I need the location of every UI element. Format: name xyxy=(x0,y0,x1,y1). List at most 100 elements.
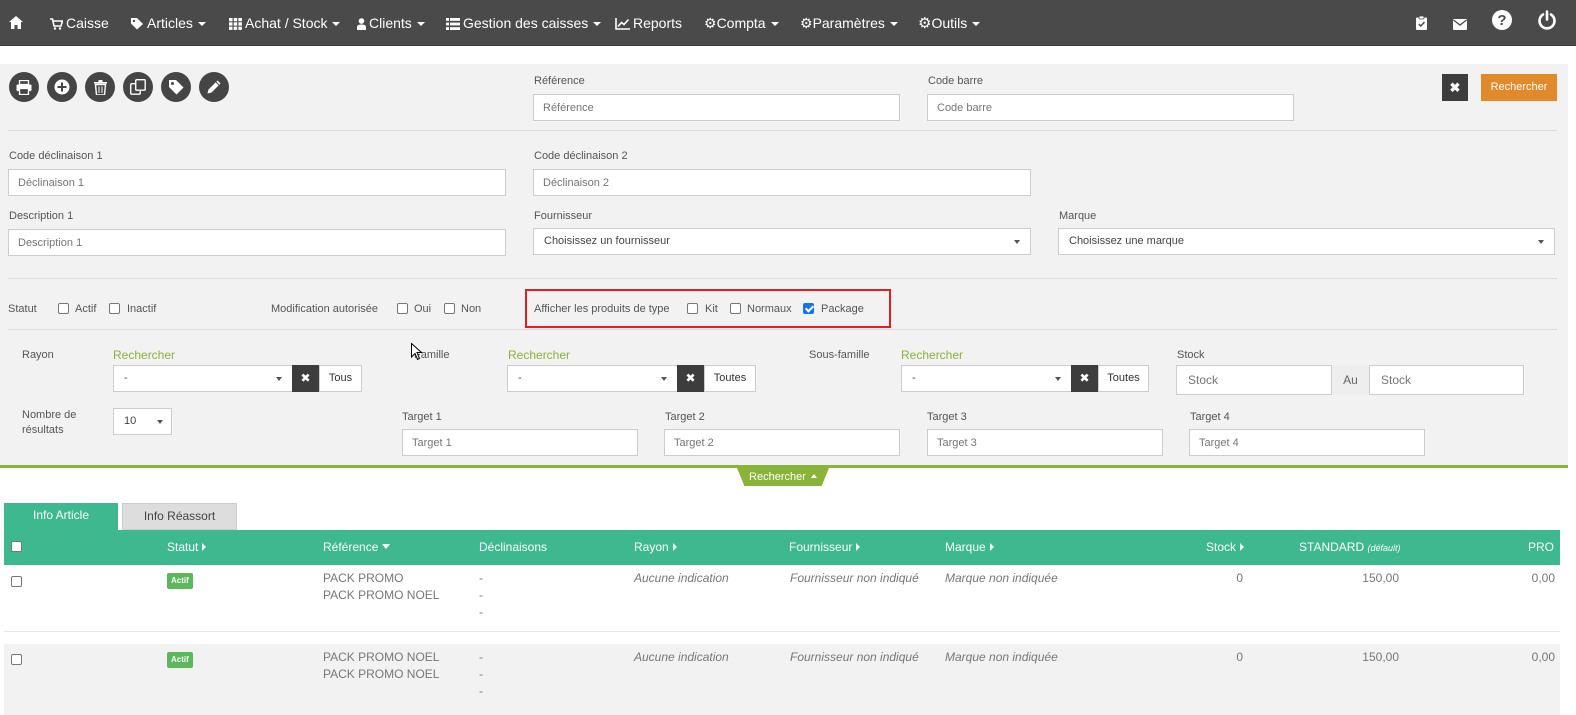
pro-price: 0,00 xyxy=(1531,571,1555,585)
declinaison2-input[interactable] xyxy=(533,169,1031,196)
edit-button[interactable] xyxy=(199,72,229,102)
declinaison1-input[interactable] xyxy=(8,169,506,196)
sous-famille-select[interactable]: - xyxy=(901,365,1072,392)
famille-select[interactable]: - xyxy=(507,365,678,392)
help-icon[interactable]: ? xyxy=(1492,0,1515,46)
column-fournisseur[interactable]: Fournisseur xyxy=(789,530,861,565)
target4-input[interactable] xyxy=(1189,429,1425,456)
modification-oui-checkbox[interactable] xyxy=(397,303,408,314)
print-button[interactable] xyxy=(9,72,39,102)
nav-clients[interactable]: Clients xyxy=(357,0,425,46)
rayon-search-link[interactable]: Rechercher xyxy=(113,348,175,362)
sort-icon xyxy=(989,543,994,551)
column-statut[interactable]: Statut xyxy=(167,530,207,565)
famille-clear-button[interactable]: ✖ xyxy=(677,365,704,392)
reference-line1: PACK PROMO NOEL xyxy=(323,650,440,664)
brand-label: Marque xyxy=(1059,210,1097,222)
reference-line2: PACK PROMO NOEL xyxy=(323,667,440,681)
nav-compta[interactable]: ⚙Compta xyxy=(704,0,779,46)
sous-famille-select-value: - xyxy=(912,372,916,384)
stock-from-input[interactable] xyxy=(1176,365,1332,395)
sous-famille-all-button[interactable]: Toutes xyxy=(1098,365,1149,392)
famille-search-link[interactable]: Rechercher xyxy=(508,348,570,362)
declinaison-value: - xyxy=(479,667,483,681)
column-stock[interactable]: Stock xyxy=(1206,530,1245,565)
delete-button[interactable] xyxy=(85,72,115,102)
row-checkbox[interactable] xyxy=(11,654,22,665)
toggle-search-panel-button[interactable]: Rechercher xyxy=(737,468,829,486)
sous-famille-search-link[interactable]: Rechercher xyxy=(901,348,963,362)
nav-achat-stock[interactable]: Achat / Stock xyxy=(229,0,341,46)
standard-price: 150,00 xyxy=(1362,650,1399,664)
target2-input[interactable] xyxy=(664,429,900,456)
close-icon: ✖ xyxy=(1449,80,1461,95)
clear-filters-button[interactable]: ✖ xyxy=(1442,74,1468,101)
product-type-kit-checkbox[interactable] xyxy=(687,303,698,314)
tab-info-article[interactable]: Info Article xyxy=(4,503,118,530)
target4-label: Target 4 xyxy=(1190,411,1230,423)
supplier-select-value: Choisissez un fournisseur xyxy=(544,235,670,247)
search-button[interactable]: Rechercher xyxy=(1481,74,1557,101)
caret-down-icon xyxy=(1538,240,1544,244)
nav-reports[interactable]: Reports xyxy=(615,0,682,46)
rayon-clear-button[interactable]: ✖ xyxy=(292,365,319,392)
nav-outils[interactable]: ⚙Outils xyxy=(918,0,981,46)
nav-label: Achat / Stock xyxy=(245,15,328,31)
sous-famille-clear-button[interactable]: ✖ xyxy=(1071,365,1098,392)
supplier-label: Fournisseur xyxy=(534,210,593,222)
results-count-select[interactable]: 10 xyxy=(113,408,172,435)
fournisseur-value: Fournisseur non indiqué xyxy=(790,650,919,664)
top-navbar: Caisse Articles Achat / Stock Clients Ge… xyxy=(0,0,1576,46)
stock-to-input[interactable] xyxy=(1369,365,1524,395)
description1-input[interactable] xyxy=(8,229,506,256)
target3-input[interactable] xyxy=(927,429,1163,456)
column-standard-note: (défault) xyxy=(1367,543,1401,553)
clipboard-check-icon[interactable] xyxy=(1416,0,1430,46)
product-type-package-checkbox[interactable] xyxy=(803,303,814,314)
column-fournisseur-label: Fournisseur xyxy=(789,540,853,554)
tab-info-reassort[interactable]: Info Réassort xyxy=(122,503,237,530)
edit-icon xyxy=(207,80,221,94)
rayon-all-button[interactable]: Tous xyxy=(319,365,362,392)
brand-select[interactable]: Choisissez une marque xyxy=(1058,228,1555,255)
duplicate-button[interactable] xyxy=(123,72,153,102)
caret-down-icon xyxy=(661,377,667,381)
table-row[interactable]: Actif PACK PROMO PACK PROMO NOEL - - - A… xyxy=(4,565,1560,631)
mouse-cursor-icon xyxy=(411,343,423,361)
rayon-value: Aucune indication xyxy=(634,571,729,585)
status-actif-label: Actif xyxy=(75,303,97,315)
barcode-input[interactable] xyxy=(927,94,1294,121)
status-actif-checkbox[interactable] xyxy=(58,303,69,314)
caret-down-icon xyxy=(416,22,425,26)
sort-icon xyxy=(856,543,861,551)
target1-input[interactable] xyxy=(402,429,638,456)
sous-famille-label: Sous-famille xyxy=(809,349,870,361)
select-all-checkbox[interactable] xyxy=(11,541,22,552)
nav-articles[interactable]: Articles xyxy=(130,0,206,46)
modification-non-checkbox[interactable] xyxy=(444,303,455,314)
status-inactif-checkbox[interactable] xyxy=(109,303,120,314)
tag-button[interactable] xyxy=(161,72,191,102)
column-reference[interactable]: Référence xyxy=(323,530,391,565)
add-button[interactable] xyxy=(47,72,77,102)
column-pro: PRO xyxy=(1528,540,1555,554)
nav-label: Compta xyxy=(716,15,766,31)
column-rayon[interactable]: Rayon xyxy=(634,530,677,565)
divider xyxy=(8,278,1557,279)
envelope-icon[interactable] xyxy=(1453,0,1470,46)
famille-all-button[interactable]: Toutes xyxy=(704,365,756,392)
power-icon[interactable] xyxy=(1537,0,1560,46)
marque-value: Marque non indiquée xyxy=(945,571,1058,585)
reference-input[interactable] xyxy=(533,94,900,121)
table-row[interactable]: Actif PACK PROMO NOEL PACK PROMO NOEL - … xyxy=(4,644,1560,715)
nav-gestion-caisses[interactable]: Gestion des caisses xyxy=(446,0,602,46)
nav-caisse[interactable]: Caisse xyxy=(50,0,109,46)
product-type-normaux-checkbox[interactable] xyxy=(730,303,741,314)
nav-parametres[interactable]: ⚙Paramètres xyxy=(800,0,898,46)
supplier-select[interactable]: Choisissez un fournisseur xyxy=(533,228,1031,255)
row-checkbox[interactable] xyxy=(11,576,22,587)
reference-line1: PACK PROMO xyxy=(323,571,404,585)
home-icon[interactable] xyxy=(8,0,27,46)
rayon-select[interactable]: - xyxy=(113,365,293,392)
column-marque[interactable]: Marque xyxy=(945,530,994,565)
